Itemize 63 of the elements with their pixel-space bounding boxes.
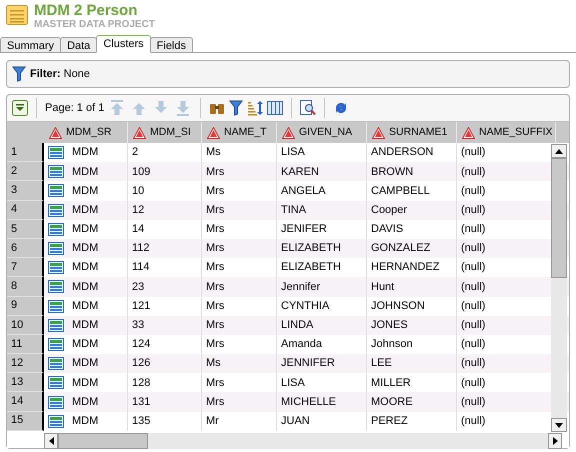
row-number: 15 [7,412,44,431]
record-icon [48,184,64,198]
warning-icon [133,126,146,138]
table-cell: 135 [128,412,202,431]
record-icon [48,300,64,313]
table-cell: PEREZ [367,412,457,431]
warning-icon [372,126,385,138]
row-number: 6 [7,238,44,258]
record-icon [48,414,64,428]
record-icon [48,261,64,274]
page-title: MDM 2 Person [34,3,138,18]
table-cell: Mr [202,412,277,431]
magnifier-icon[interactable] [300,100,316,116]
scroll-down-icon[interactable] [555,422,563,428]
row-number: 2 [7,162,44,182]
record-icon [48,376,64,390]
record-icon [48,396,64,409]
page-subtitle: MASTER DATA PROJECT [34,20,155,30]
collapse-icon[interactable] [12,100,28,116]
row-number: 5 [7,220,44,239]
row-number: 11 [7,334,44,354]
tab[interactable]: Clusters [96,35,151,53]
page-indicator: Page: 1 of 1 [45,100,104,116]
row-number: 12 [7,354,44,374]
filter-icon[interactable] [12,66,26,82]
record-icon [48,357,64,370]
scroll-right-icon[interactable] [552,437,558,445]
scroll-up-icon[interactable] [555,148,563,154]
record-icon [48,146,64,160]
warning-icon [207,126,220,138]
table-cell: JUAN [277,412,367,431]
record-icon [48,318,64,332]
table-icon [6,5,28,25]
filter-label: Filter: None [30,66,90,82]
sort-icon[interactable] [247,100,264,116]
tab[interactable]: Fields [150,37,193,53]
row-number: 9 [7,296,44,316]
record-icon [48,280,64,294]
filter-icon[interactable] [229,100,244,116]
vertical-scrollbar[interactable] [551,144,567,432]
warning-icon [462,126,475,138]
row-number: 4 [7,200,44,220]
row-number: 13 [7,373,44,392]
record-icon [48,204,64,217]
columns-icon[interactable] [267,101,284,115]
tab[interactable]: Data [60,37,98,53]
binoculars-icon[interactable] [209,101,226,115]
record-icon [48,165,64,178]
horizontal-scrollbar[interactable] [44,433,562,449]
warning-icon [282,126,295,138]
record-icon [48,222,64,236]
row-number: 3 [7,181,44,201]
record-icon [48,242,64,256]
row-number: 7 [7,258,44,278]
warning-icon [49,126,62,138]
row-number: 10 [7,316,44,335]
scroll-left-icon[interactable] [48,437,54,445]
row-number: 1 [7,143,44,162]
row-number: 14 [7,392,44,412]
record-icon [48,338,64,351]
tab[interactable]: Summary [0,37,62,53]
table-cell: MDM [44,412,128,431]
row-number: 8 [7,277,44,296]
